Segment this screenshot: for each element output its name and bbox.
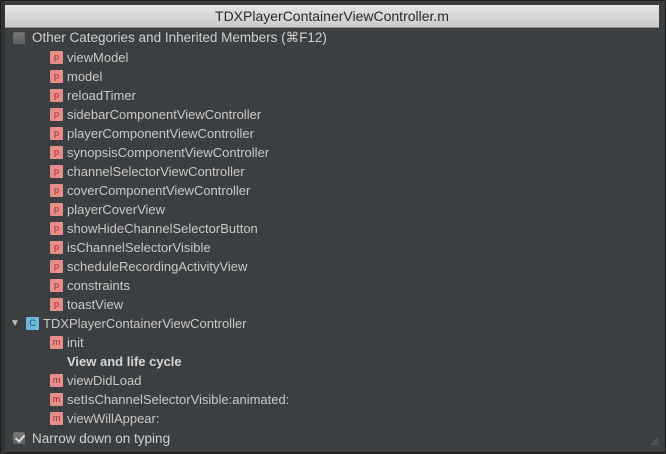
property-badge-icon: p	[50, 279, 63, 292]
tree-item-label: viewDidLoad	[67, 373, 142, 388]
tree-item-label: toastView	[67, 297, 124, 312]
tree-item-label: coverComponentViewController	[67, 183, 251, 198]
tree-item-label: sidebarComponentViewController	[67, 107, 262, 122]
property-badge-icon: p	[50, 260, 63, 273]
tree-item-property[interactable]: p sidebarComponentViewController	[5, 105, 659, 124]
tree-item-label: channelSelectorViewController	[67, 164, 245, 179]
tree-item-property[interactable]: p constraints	[5, 276, 659, 295]
tree-item-label: setIsChannelSelectorVisible:animated:	[67, 392, 290, 407]
structure-panel: Other Categories and Inherited Members (…	[5, 28, 659, 448]
class-badge-icon: C	[26, 317, 39, 330]
narrow-down-checkbox[interactable]	[13, 432, 25, 444]
other-categories-toggle[interactable]: Other Categories and Inherited Members (…	[5, 28, 659, 48]
tree-item-property[interactable]: p synopsisComponentViewController	[5, 143, 659, 162]
other-categories-label: Other Categories and Inherited Members (…	[32, 30, 327, 45]
resize-grip-icon[interactable]	[649, 436, 659, 446]
method-badge-icon: m	[50, 336, 63, 349]
tree-item-label: model	[67, 69, 103, 84]
tree-item-label: init	[67, 335, 84, 350]
structure-tree[interactable]: p viewModel p model p reloadTimer p sidebarComp…	[5, 48, 659, 428]
property-badge-icon: p	[50, 241, 63, 254]
tree-item-class[interactable]: ▼ C TDXPlayerContainerViewController	[5, 314, 659, 333]
editor-gutter-strip	[1, 1, 5, 454]
property-badge-icon: p	[50, 165, 63, 178]
property-badge-icon: p	[50, 203, 63, 216]
tree-item-label: viewWillAppear:	[67, 411, 160, 426]
tree-item-label: playerComponentViewController	[67, 126, 254, 141]
other-categories-checkbox[interactable]	[13, 32, 25, 44]
property-badge-icon: p	[50, 222, 63, 235]
narrow-down-toggle[interactable]: Narrow down on typing	[5, 428, 659, 448]
tree-item-label: reloadTimer	[67, 88, 136, 103]
tree-item-method[interactable]: m viewDidLoad	[5, 371, 659, 390]
tree-item-label: playerCoverView	[67, 202, 166, 217]
tree-item-label: scheduleRecordingActivityView	[67, 259, 248, 274]
tree-item-label: TDXPlayerContainerViewController	[43, 316, 247, 331]
tree-item-property[interactable]: p toastView	[5, 295, 659, 314]
tree-item-label: isChannelSelectorVisible	[67, 240, 211, 255]
tree-item-property[interactable]: p viewModel	[5, 48, 659, 67]
tree-item-method[interactable]: m setIsChannelSelectorVisible:animated:	[5, 390, 659, 409]
window-title: TDXPlayerContainerViewController.m	[5, 5, 659, 28]
property-badge-icon: p	[50, 184, 63, 197]
method-badge-icon: m	[50, 393, 63, 406]
tree-section-header[interactable]: View and life cycle	[5, 352, 659, 371]
property-badge-icon: p	[50, 70, 63, 83]
property-badge-icon: p	[50, 51, 63, 64]
method-badge-icon: m	[50, 412, 63, 425]
tree-item-property[interactable]: p playerCoverView	[5, 200, 659, 219]
tree-item-property[interactable]: p channelSelectorViewController	[5, 162, 659, 181]
tree-item-label: synopsisComponentViewController	[67, 145, 270, 160]
property-badge-icon: p	[50, 89, 63, 102]
property-badge-icon: p	[50, 298, 63, 311]
tree-item-property[interactable]: p model	[5, 67, 659, 86]
narrow-down-label: Narrow down on typing	[32, 430, 171, 446]
tree-item-property[interactable]: p reloadTimer	[5, 86, 659, 105]
tree-item-property[interactable]: p coverComponentViewController	[5, 181, 659, 200]
tree-item-label: viewModel	[67, 50, 129, 65]
tree-item-label: showHideChannelSelectorButton	[67, 221, 258, 236]
tree-item-method[interactable]: m init	[5, 333, 659, 352]
structure-popup-window: TDXPlayerContainerViewController.m Other…	[0, 0, 666, 454]
tree-item-property[interactable]: p showHideChannelSelectorButton	[5, 219, 659, 238]
tree-item-method[interactable]: m viewWillAppear:	[5, 409, 659, 428]
tree-item-property[interactable]: p isChannelSelectorVisible	[5, 238, 659, 257]
method-badge-icon: m	[50, 374, 63, 387]
tree-item-property[interactable]: p scheduleRecordingActivityView	[5, 257, 659, 276]
property-badge-icon: p	[50, 108, 63, 121]
property-badge-icon: p	[50, 127, 63, 140]
expand-arrow-icon[interactable]: ▼	[10, 318, 20, 329]
property-badge-icon: p	[50, 146, 63, 159]
tree-item-label: constraints	[67, 278, 130, 293]
tree-item-property[interactable]: p playerComponentViewController	[5, 124, 659, 143]
